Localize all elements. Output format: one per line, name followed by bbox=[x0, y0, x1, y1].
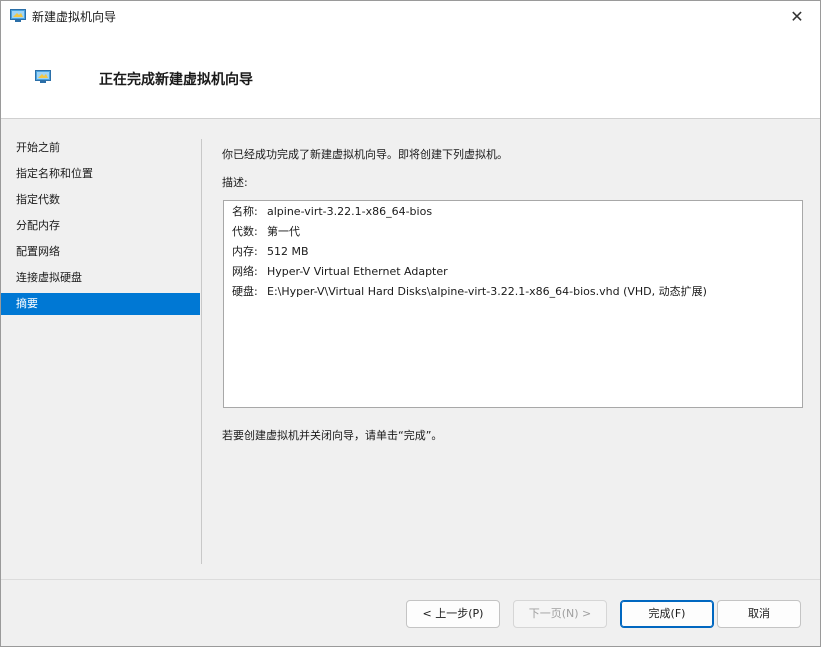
previous-button[interactable]: < 上一步(P) bbox=[406, 600, 500, 628]
summary-row-network: 网络: Hyper-V Virtual Ethernet Adapter bbox=[232, 262, 448, 282]
summary-key: 网络: bbox=[232, 265, 258, 278]
summary-value: 第一代 bbox=[267, 225, 300, 238]
summary-value: 512 MB bbox=[267, 245, 309, 258]
summary-row-name: 名称: alpine-virt-3.22.1-x86_64-bios bbox=[232, 202, 432, 222]
close-icon: ✕ bbox=[790, 7, 804, 26]
window-title: 新建虚拟机向导 bbox=[32, 10, 117, 24]
intro-text: 你已经成功完成了新建虚拟机向导。即将创建下列虚拟机。 bbox=[222, 148, 508, 161]
wizard-header: 正在完成新建虚拟机向导 bbox=[1, 32, 820, 119]
summary-value: E:\Hyper-V\Virtual Hard Disks\alpine-vir… bbox=[267, 285, 707, 298]
nav-step-network[interactable]: 配置网络 bbox=[1, 241, 200, 263]
summary-key: 内存: bbox=[232, 245, 258, 258]
summary-key: 名称: bbox=[232, 205, 258, 218]
nav-step-generation[interactable]: 指定代数 bbox=[1, 189, 200, 211]
title-bar: 新建虚拟机向导 ✕ bbox=[1, 1, 820, 32]
close-button[interactable]: ✕ bbox=[774, 1, 820, 32]
nav-step-name-location[interactable]: 指定名称和位置 bbox=[1, 163, 200, 185]
summary-row-generation: 代数: 第一代 bbox=[232, 222, 300, 242]
summary-key: 代数: bbox=[232, 225, 258, 238]
summary-row-memory: 内存: 512 MB bbox=[232, 242, 309, 262]
nav-divider bbox=[201, 139, 202, 564]
nav-step-memory[interactable]: 分配内存 bbox=[1, 215, 200, 237]
wizard-window: 新建虚拟机向导 ✕ 正在完成新建虚拟机向导 开始之前 指定名称和位置 指定代数 … bbox=[0, 0, 821, 647]
cancel-button[interactable]: 取消 bbox=[717, 600, 801, 628]
summary-textbox[interactable]: 名称: alpine-virt-3.22.1-x86_64-bios 代数: 第一代… bbox=[223, 200, 803, 408]
summary-value: alpine-virt-3.22.1-x86_64-bios bbox=[267, 205, 433, 218]
summary-row-disk: 硬盘: E:\Hyper-V\Virtual Hard Disks\alpine-… bbox=[232, 282, 707, 302]
next-button: 下一页(N) > bbox=[513, 600, 607, 628]
finish-instruction: 若要创建虚拟机并关闭向导，请单击“完成”。 bbox=[222, 429, 443, 442]
nav-step-virtual-disk[interactable]: 连接虚拟硬盘 bbox=[1, 267, 200, 289]
summary-value: Hyper-V Virtual Ethernet Adapter bbox=[267, 265, 448, 278]
vm-monitor-icon bbox=[10, 9, 26, 22]
finish-button[interactable]: 完成(F) bbox=[620, 600, 714, 628]
nav-step-before-you-begin[interactable]: 开始之前 bbox=[1, 137, 200, 159]
wizard-steps-nav: 开始之前 指定名称和位置 指定代数 分配内存 配置网络 连接虚拟硬盘 摘要 bbox=[1, 131, 200, 561]
page-title: 正在完成新建虚拟机向导 bbox=[99, 72, 253, 88]
summary-key: 硬盘: bbox=[232, 285, 258, 298]
vm-monitor-icon bbox=[35, 70, 51, 83]
nav-step-summary[interactable]: 摘要 bbox=[1, 293, 200, 315]
description-label: 描述: bbox=[222, 176, 248, 189]
